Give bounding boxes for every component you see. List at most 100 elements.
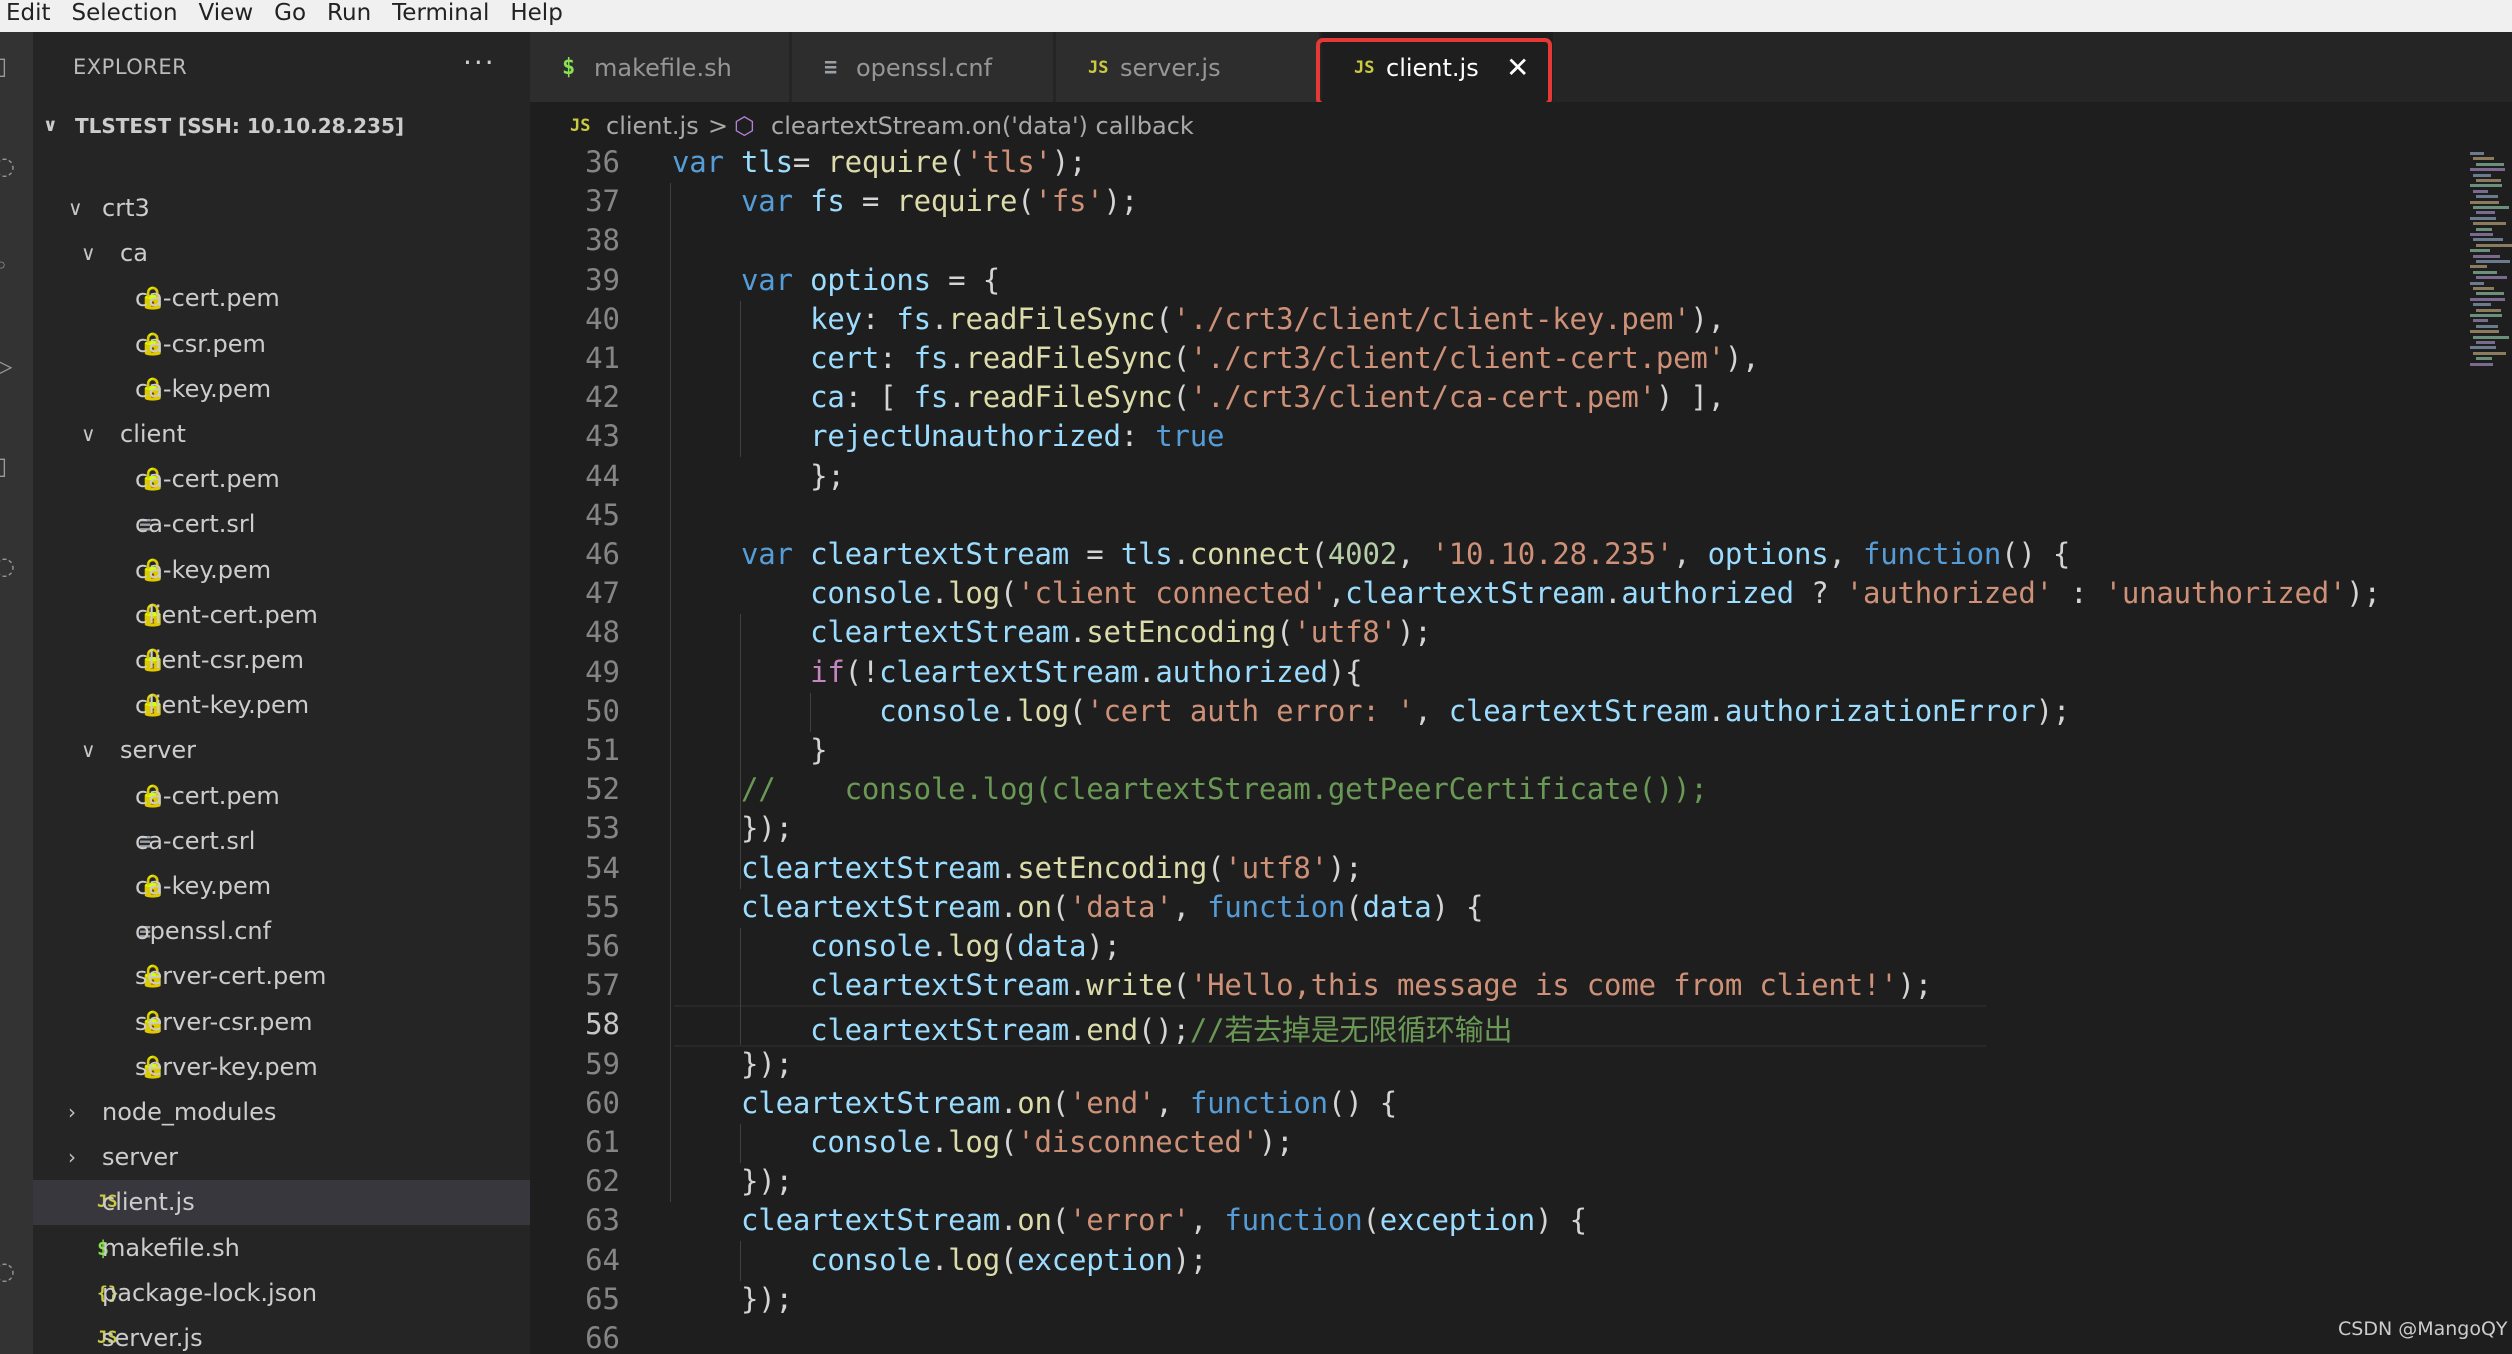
tree-folder[interactable]: › server: [33, 1135, 530, 1180]
tree-item-label: ca-cert.srl: [135, 510, 256, 539]
code-token: () {: [2001, 537, 2071, 571]
tree-file[interactable]: 🔒 server-csr.pem: [33, 1000, 530, 1045]
minimap-line: [2470, 152, 2484, 155]
code-token: console: [810, 929, 931, 963]
account-icon[interactable]: ◌: [0, 1257, 15, 1287]
menu-item-terminal[interactable]: Terminal: [392, 0, 489, 26]
code-token: readFileSync: [965, 341, 1173, 375]
tree-file[interactable]: {} package-lock.json: [33, 1271, 530, 1316]
minimap-line: [2473, 222, 2506, 226]
code-token: //若去掉是无限循环输出: [1189, 1013, 1513, 1048]
code-token: end: [1086, 1013, 1139, 1048]
menu-item-run[interactable]: Run: [327, 0, 371, 26]
minimap-line: [2473, 303, 2491, 307]
tree-folder[interactable]: › node_modules: [33, 1090, 530, 1135]
extensions-icon[interactable]: ▯: [0, 452, 14, 482]
tree-folder[interactable]: ∨ ca: [33, 231, 530, 276]
code-token: on: [1017, 889, 1052, 924]
tab-makefile-sh[interactable]: $ makefile.sh: [530, 32, 790, 102]
code-token: =: [844, 184, 897, 219]
code-token: (: [1051, 1085, 1070, 1120]
code-token: 'utf8': [1224, 850, 1328, 885]
code-token: });: [672, 1046, 793, 1081]
code-token: cleartextStream: [1345, 576, 1605, 611]
code-token: fs: [913, 341, 949, 375]
tree-file[interactable]: 🔒 ca-cert.pem: [33, 276, 530, 321]
minimap-line: [2473, 189, 2488, 193]
minimap-line: [2473, 287, 2494, 290]
chevron-right-icon: ›: [68, 1100, 76, 1124]
tree-file[interactable]: 🔒 ca-csr.pem: [33, 322, 530, 367]
tree-item-label: server-cert.pem: [135, 962, 327, 991]
tree-file[interactable]: 🔒 ca-cert.pem: [33, 774, 530, 819]
tree-file[interactable]: 🔒 client-key.pem: [33, 683, 530, 728]
minimap-line: [2476, 195, 2498, 199]
workspace-header[interactable]: ∨ TLSTEST [SSH: 10.10.28.235]: [33, 108, 530, 144]
tree-item-label: package-lock.json: [102, 1278, 318, 1307]
code-token: authorizationError: [1724, 693, 2036, 728]
indent-guide: [740, 300, 741, 458]
tree-file[interactable]: JS client.js: [33, 1180, 530, 1226]
tree-file[interactable]: ≡ openssl.cnf: [33, 909, 530, 954]
menu-item-view[interactable]: View: [199, 0, 254, 26]
tab-server-js[interactable]: JS server.js: [1056, 32, 1320, 102]
code-token: on: [1017, 1203, 1052, 1238]
menu-item-go[interactable]: Go: [274, 0, 306, 26]
remote-explorer-icon[interactable]: ◌: [0, 552, 15, 582]
tree-file[interactable]: 🔒 ca-cert.pem: [33, 457, 530, 502]
code-editor[interactable]: 36 var tls= require('tls'); 37 var fs = re…: [530, 148, 2512, 1354]
line-number: 47: [585, 576, 620, 611]
code-line: if(!cleartextStream.authorized){: [672, 654, 1363, 689]
tree-folder[interactable]: ∨ client: [33, 412, 530, 457]
code-line: key: fs.readFileSync('./crt3/client/clie…: [672, 302, 1725, 336]
js-file-icon: JS: [1088, 58, 1109, 78]
code-token: );: [2035, 693, 2071, 728]
code-line: });: [672, 1164, 793, 1198]
code-line: console.log(exception);: [672, 1243, 1207, 1277]
code-token: ,: [1155, 1085, 1190, 1120]
code-token: );: [1172, 1242, 1208, 1277]
menu-item-edit[interactable]: Edit: [6, 0, 51, 26]
more-actions-icon[interactable]: ···: [463, 46, 496, 79]
tree-file[interactable]: 🔒 server-cert.pem: [33, 954, 530, 999]
breadcrumb-symbol[interactable]: cleartextStream.on('data') callback: [771, 102, 1194, 150]
code-token: cleartextStream: [879, 654, 1139, 689]
tree-file[interactable]: 🔒 server-key.pem: [33, 1045, 530, 1090]
tree-file[interactable]: $ makefile.sh: [33, 1226, 530, 1271]
explorer-title: EXPLORER: [73, 55, 188, 79]
tree-file[interactable]: 🔒 ca-key.pem: [33, 864, 530, 909]
code-token: (: [1345, 889, 1363, 924]
tree-folder[interactable]: ∨ crt3: [33, 186, 530, 231]
line-number: 51: [585, 733, 620, 767]
minimap[interactable]: [2466, 148, 2512, 378]
menu-item-selection[interactable]: Selection: [72, 0, 178, 26]
code-token: setEncoding: [1086, 615, 1277, 650]
search-icon[interactable]: ◌: [0, 152, 15, 182]
tree-file[interactable]: ≡ ca-cert.srl: [33, 819, 530, 864]
minimap-line: [2476, 276, 2507, 280]
tree-file[interactable]: 🔒 ca-key.pem: [33, 548, 530, 593]
menu-item-help[interactable]: Help: [510, 0, 562, 26]
source-control-icon[interactable]: ◦: [0, 252, 14, 282]
code-token: log: [948, 929, 1000, 963]
code-token: console: [810, 1242, 931, 1277]
code-token: (: [1069, 693, 1087, 728]
code-line: rejectUnauthorized: true: [672, 419, 1224, 453]
code-token: (: [948, 148, 966, 179]
tree-folder[interactable]: ∨ server: [33, 728, 530, 773]
code-token: 'cert auth error: ': [1086, 693, 1415, 728]
breadcrumb-file[interactable]: client.js: [606, 102, 699, 150]
code-token: :: [879, 341, 914, 375]
code-line: cleartextStream.write('Hello,this messag…: [672, 968, 1932, 1002]
tree-item-label: crt3: [102, 194, 150, 222]
tree-file[interactable]: 🔒 ca-key.pem: [33, 367, 530, 412]
explorer-icon[interactable]: ▯: [0, 52, 14, 82]
tab-openssl-cnf[interactable]: ≡ openssl.cnf: [792, 32, 1054, 102]
tree-file[interactable]: JS server.js: [33, 1316, 530, 1354]
tree-file[interactable]: 🔒 client-cert.pem: [33, 593, 530, 638]
tree-file[interactable]: ≡ ca-cert.srl: [33, 502, 530, 547]
run-debug-icon[interactable]: ▷: [0, 352, 14, 382]
tree-file[interactable]: 🔒 client-csr.pem: [33, 638, 530, 683]
